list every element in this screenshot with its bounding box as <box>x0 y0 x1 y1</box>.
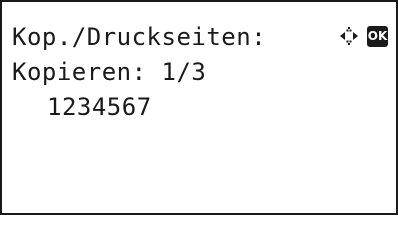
value-line: 1234567 <box>47 93 152 121</box>
ok-key-icon: OK <box>367 26 388 47</box>
copy-line: Kopieren: 1/3 <box>12 58 207 86</box>
title-line: Kop./Druckseiten: <box>12 23 267 51</box>
arrow-keys-icon <box>340 27 358 45</box>
lcd-display: Kop./Druckseiten: OK Kopieren: 1/3 12345… <box>0 0 398 215</box>
